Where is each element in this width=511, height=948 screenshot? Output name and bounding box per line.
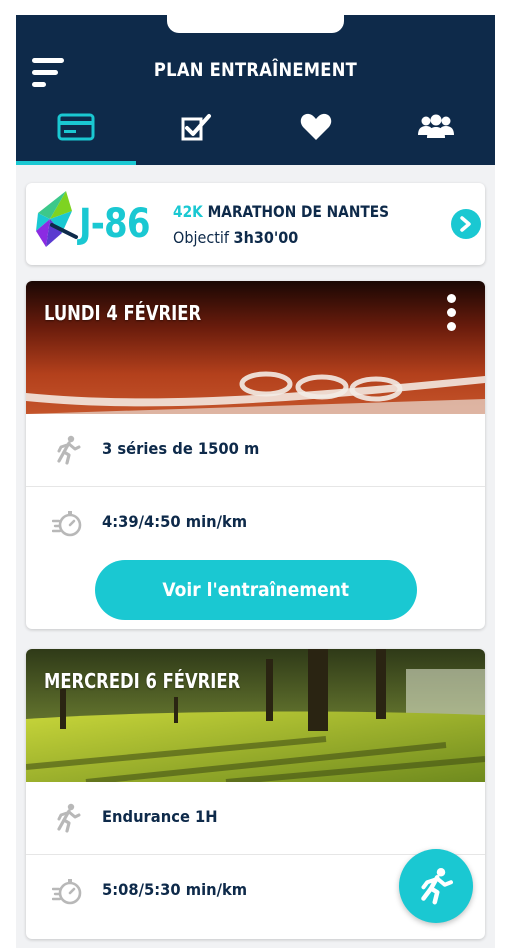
track-banner-image: LUNDI 4 FÉVRIER [26, 281, 485, 414]
session-pace-row: 4:39/4:50 min/km [26, 487, 485, 559]
stopwatch-speed-icon [52, 511, 82, 537]
race-title: MARATHON DE NANTES [207, 202, 390, 221]
race-name: 42K MARATHON DE NANTES [173, 202, 389, 221]
tab-favorites[interactable] [256, 103, 376, 165]
page-title: PLAN ENTRAÎNEMENT [153, 59, 358, 81]
race-objective: Objectif 3h30'00 [173, 228, 298, 247]
session-workout: 3 séries de 1500 m [102, 439, 260, 458]
tab-plan[interactable] [16, 103, 136, 165]
more-options-icon[interactable] [444, 294, 458, 334]
runner-icon [57, 435, 81, 465]
session-pace: 4:39/4:50 min/km [102, 512, 248, 531]
tab-checklist[interactable] [136, 103, 256, 165]
view-workout-button[interactable]: Voir l'entraînement [95, 560, 417, 620]
app-screen: PLAN ENTRAÎNEMENT J-86 42K MARATHON DE N… [16, 15, 495, 948]
session-date: MERCREDI 6 FÉVRIER [44, 669, 241, 693]
session-date: LUNDI 4 FÉVRIER [44, 301, 202, 325]
tab-community[interactable] [376, 103, 495, 165]
days-remaining: J-86 [79, 201, 151, 247]
card-icon [57, 113, 95, 141]
app-header: PLAN ENTRAÎNEMENT [16, 15, 495, 165]
tab-active-indicator [16, 161, 136, 165]
heart-icon [300, 113, 332, 140]
session-card: LUNDI 4 FÉVRIER 3 séries de 1500 m 4:39/… [26, 281, 485, 629]
runner-icon [57, 803, 81, 833]
objective-value: 3h30'00 [233, 228, 299, 247]
chevron-right-icon [460, 216, 471, 232]
stopwatch-speed-icon [52, 879, 82, 905]
park-banner-image: MERCREDI 6 FÉVRIER [26, 649, 485, 782]
group-icon [418, 114, 454, 138]
runner-icon [421, 868, 453, 905]
objective-label: Objectif [173, 228, 229, 247]
session-pace: 5:08/5:30 min/km [102, 880, 248, 899]
speedometer-icon [36, 191, 78, 247]
session-workout: Endurance 1H [102, 807, 218, 826]
race-distance: 42K [173, 202, 203, 221]
device-notch [167, 15, 344, 33]
view-workout-label: Voir l'entraînement [162, 579, 350, 601]
race-details-button[interactable] [451, 209, 481, 239]
checklist-icon [181, 114, 211, 141]
race-countdown-card[interactable]: J-86 42K MARATHON DE NANTES Objectif 3h3… [26, 183, 485, 265]
session-workout-row: 3 séries de 1500 m [26, 414, 485, 487]
session-workout-row: Endurance 1H [26, 782, 485, 855]
start-run-button[interactable] [399, 849, 473, 923]
